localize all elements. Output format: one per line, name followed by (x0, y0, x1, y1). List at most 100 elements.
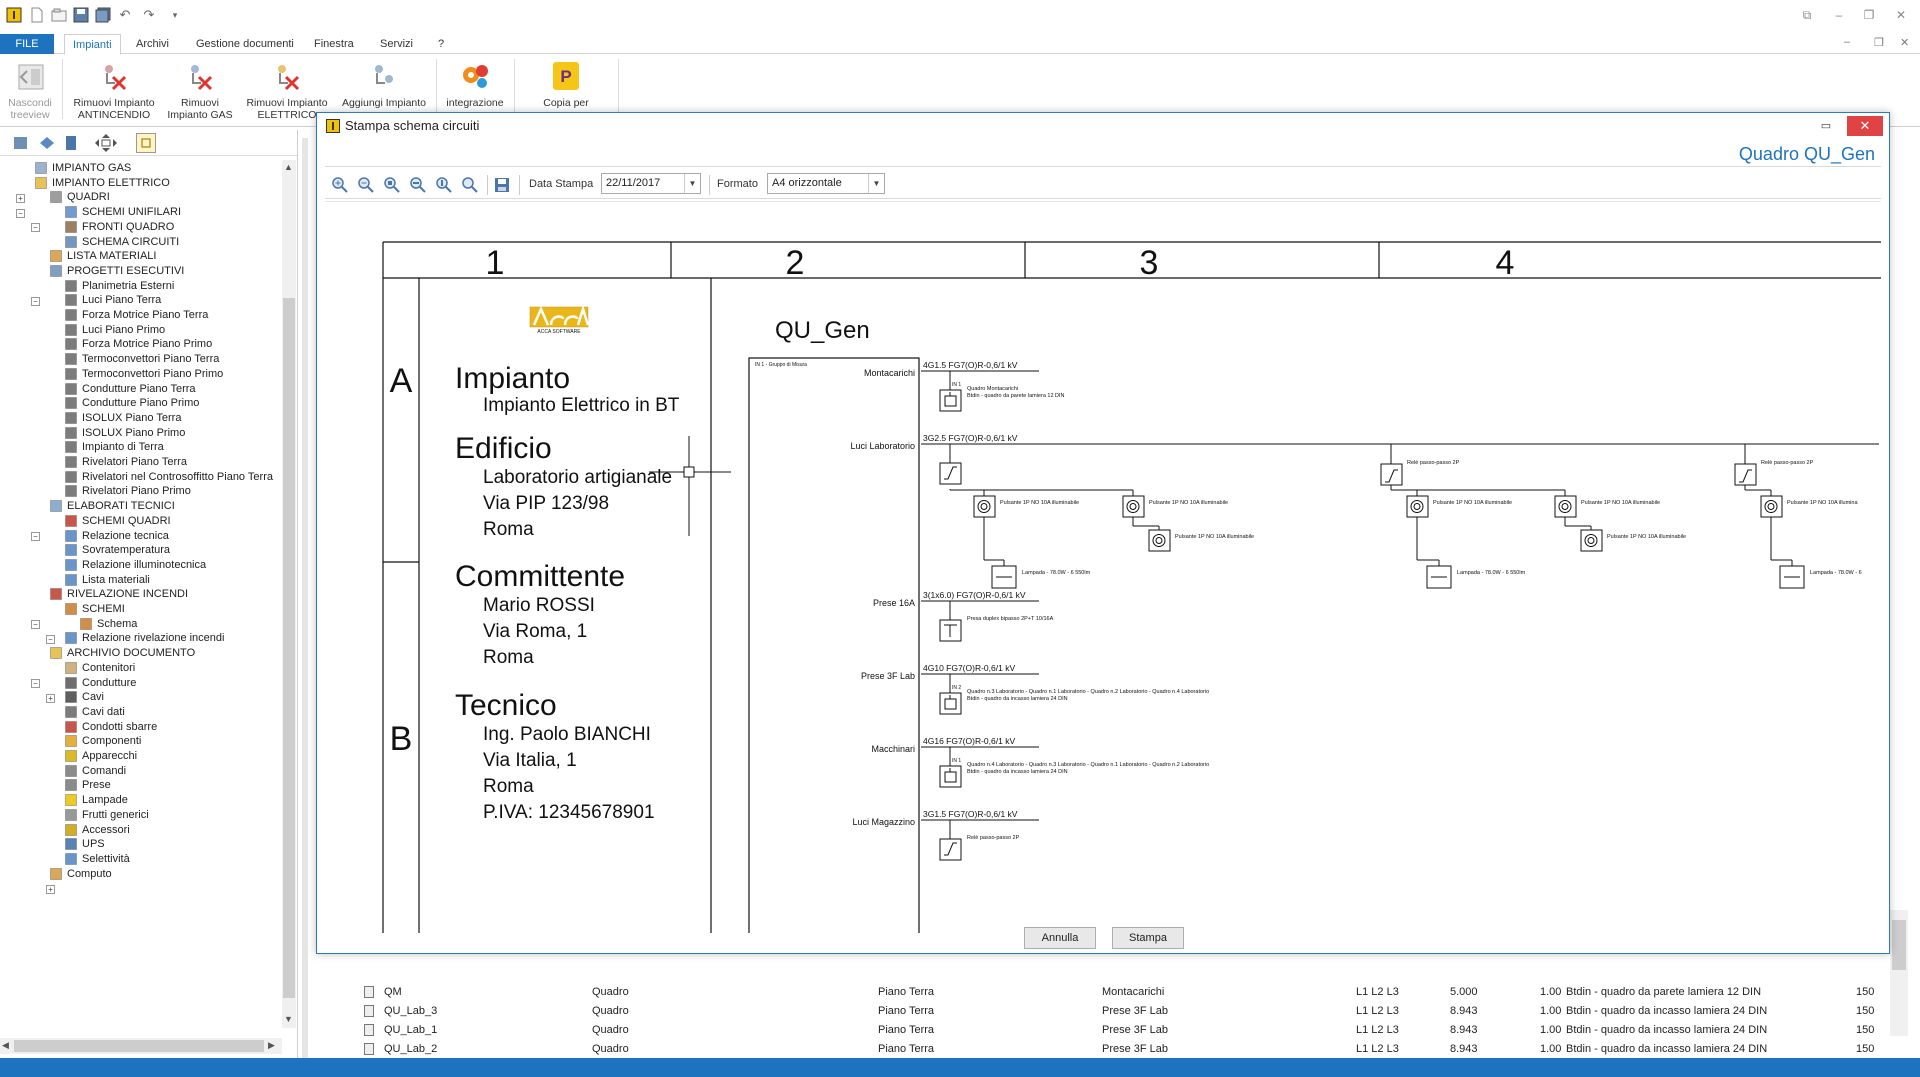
tree-node-icon (34, 176, 48, 190)
title-value: Roma (483, 647, 534, 668)
minimize-window-icon[interactable]: – (1828, 6, 1850, 24)
format-select[interactable]: A4 orizzontale ▼ (767, 173, 885, 194)
title-value: Ing. Paolo BIANCHI (483, 724, 651, 745)
tree-expander-icon[interactable]: − (46, 635, 55, 644)
save-icon[interactable] (72, 6, 90, 24)
in-label: IN 2 (952, 685, 961, 691)
lamp-label: Lampada - 78.0W - 6 550lm (1022, 570, 1091, 576)
row-icon (364, 1024, 374, 1036)
zoom-width-icon[interactable] (409, 176, 427, 194)
tree-expander-icon[interactable]: − (16, 208, 25, 218)
table-cell: 150 (1856, 1024, 1875, 1036)
tree-node-icon (49, 587, 63, 601)
tree-expander-icon[interactable]: − (31, 679, 40, 689)
hscroll-thumb[interactable] (14, 1040, 264, 1052)
quadro-header: Quadro QU_Gen (325, 139, 1881, 167)
dialog-close-button[interactable]: ✕ (1847, 116, 1883, 136)
chevron-down-icon[interactable]: ▼ (684, 174, 700, 193)
customize-toolbar-icon[interactable]: ▾ (166, 6, 184, 24)
tree-node-icon (49, 264, 63, 278)
undo-icon[interactable]: ↶ (116, 6, 134, 24)
scroll-right-icon[interactable]: ▶ (268, 1040, 275, 1051)
ribbon-tabs: FILE Impianti Archivi Gestione documenti… (0, 34, 1920, 55)
tree-tool-5-icon[interactable] (136, 133, 156, 153)
dialog-maximize-icon[interactable]: ▭ (1815, 116, 1837, 136)
tree-expander-icon[interactable]: + (46, 884, 55, 894)
remove-antincendio-button[interactable]: Rimuovi Impianto ANTINCENDIO (68, 59, 160, 121)
hide-treeview-button[interactable]: Nascondi treeview (6, 59, 54, 121)
scroll-down-icon[interactable]: ▼ (284, 1014, 293, 1024)
tab-impianti[interactable]: Impianti (64, 34, 121, 55)
table-row[interactable]: QU_Lab_3 Quadro Piano Terra Prese 3F Lab L1 … (356, 1003, 1896, 1021)
tree-tool-2-icon[interactable] (38, 135, 56, 151)
table-cell: L1 L2 L3 (1356, 1024, 1399, 1036)
tree-expander-icon[interactable]: − (31, 223, 40, 233)
column-number: 3 (1140, 244, 1159, 282)
tab-archivi[interactable]: Archivi (128, 34, 177, 54)
tree-expander-icon[interactable]: − (31, 296, 40, 306)
date-picker[interactable]: 22/11/2017 ▼ (601, 173, 701, 194)
ribbon-display-icon[interactable]: ⧉ (1796, 6, 1818, 24)
open-file-icon[interactable] (50, 6, 68, 24)
move-icon[interactable] (94, 133, 118, 153)
cancel-button[interactable]: Annulla (1024, 927, 1096, 949)
tree-expander-icon[interactable]: + (16, 194, 25, 203)
tab-help[interactable]: ? (430, 34, 452, 54)
title-value: Impianto Elettrico in BT (483, 395, 680, 416)
tree-item-label: Computo (67, 867, 112, 880)
doc-close-icon[interactable]: ✕ (1900, 36, 1909, 49)
table-cell: 150 (1856, 1043, 1875, 1055)
new-file-icon[interactable] (28, 6, 46, 24)
push-button (1580, 529, 1603, 552)
format-value: A4 orizzontale (772, 177, 842, 189)
circuit-desc: Quadro n.3 Laboratorio - Quadro n.1 Labo… (967, 689, 1209, 695)
table-row[interactable]: QU_Lab_1 Quadro Piano Terra Prese 3F Lab L1 … (356, 1022, 1896, 1040)
add-system-button[interactable]: Aggiungi Impianto (338, 59, 430, 109)
table-row[interactable]: QM Quadro Piano Terra Montacarichi L1 L2 L3 5… (356, 984, 1896, 1002)
tree-expander-icon[interactable]: − (31, 620, 40, 630)
close-window-icon[interactable]: ✕ (1890, 6, 1912, 24)
doc-minimize-icon[interactable]: – (1844, 36, 1850, 48)
zoom-fit-icon[interactable] (383, 176, 401, 194)
restore-window-icon[interactable]: ❐ (1858, 6, 1880, 24)
tab-file[interactable]: FILE (0, 34, 54, 54)
format-label: Formato (717, 178, 758, 190)
circuit-cable: 3(1x6.0) FG7(O)R-0,6/1 kV (923, 590, 1026, 600)
tree-tool-1-icon[interactable] (12, 135, 30, 151)
tree-toolbar (0, 130, 297, 156)
button-label: Pulsante 1P NO 10A illuminabile (1149, 500, 1228, 506)
print-button[interactable]: Stampa (1112, 927, 1184, 949)
zoom-100-icon[interactable] (461, 176, 479, 194)
tree-item[interactable]: Computo (49, 865, 112, 883)
save-print-icon[interactable] (493, 176, 511, 194)
circuit-name: Luci Magazzino (852, 817, 915, 827)
print-preview[interactable]: 1 2 3 4 A B ACCA SOFTWARE Impianto Impianto Elet… (325, 201, 1881, 933)
tree-expander-icon[interactable]: − (31, 532, 40, 542)
doc-restore-icon[interactable]: ❐ (1874, 36, 1884, 49)
tree-horizontal-scrollbar[interactable]: ◀ ▶ (0, 1038, 282, 1054)
tab-servizi[interactable]: Servizi (372, 34, 421, 54)
chevron-down-icon[interactable]: ▼ (868, 174, 884, 193)
app-logo-icon (5, 6, 23, 24)
remove-gas-button[interactable]: Rimuovi Impianto GAS (162, 59, 238, 121)
hide-treeview-label-1: Nascondi (8, 97, 52, 109)
table-cell: L1 L2 L3 (1356, 1043, 1399, 1055)
zoom-page-icon[interactable] (435, 176, 453, 194)
tab-gestione-documenti[interactable]: Gestione documenti (188, 34, 302, 54)
integrazione-button[interactable]: integrazione (440, 59, 510, 109)
scroll-left-icon[interactable]: ◀ (2, 1040, 9, 1051)
tree-vertical-scrollbar[interactable]: ▲ ▼ (282, 160, 296, 1028)
table-row[interactable]: QU_Lab_2 Quadro Piano Terra Prese 3F Lab L1 … (356, 1041, 1896, 1059)
copy-for-button[interactable]: P Copia per (526, 59, 606, 109)
tab-finestra[interactable]: Finestra (306, 34, 362, 54)
zoom-out-icon[interactable] (357, 176, 375, 194)
scroll-thumb[interactable] (283, 298, 295, 998)
tree-expander-icon[interactable]: + (46, 693, 55, 703)
zoom-in-icon[interactable] (331, 176, 349, 194)
save-all-icon[interactable] (94, 6, 112, 24)
dialog-title: Stampa schema circuiti (345, 118, 480, 133)
redo-icon[interactable]: ↷ (140, 6, 158, 24)
print-toolbar: Data Stampa 22/11/2017 ▼ Formato A4 oriz… (325, 169, 1881, 199)
scroll-up-icon[interactable]: ▲ (284, 162, 293, 172)
tree-tool-3-icon[interactable] (62, 135, 80, 151)
